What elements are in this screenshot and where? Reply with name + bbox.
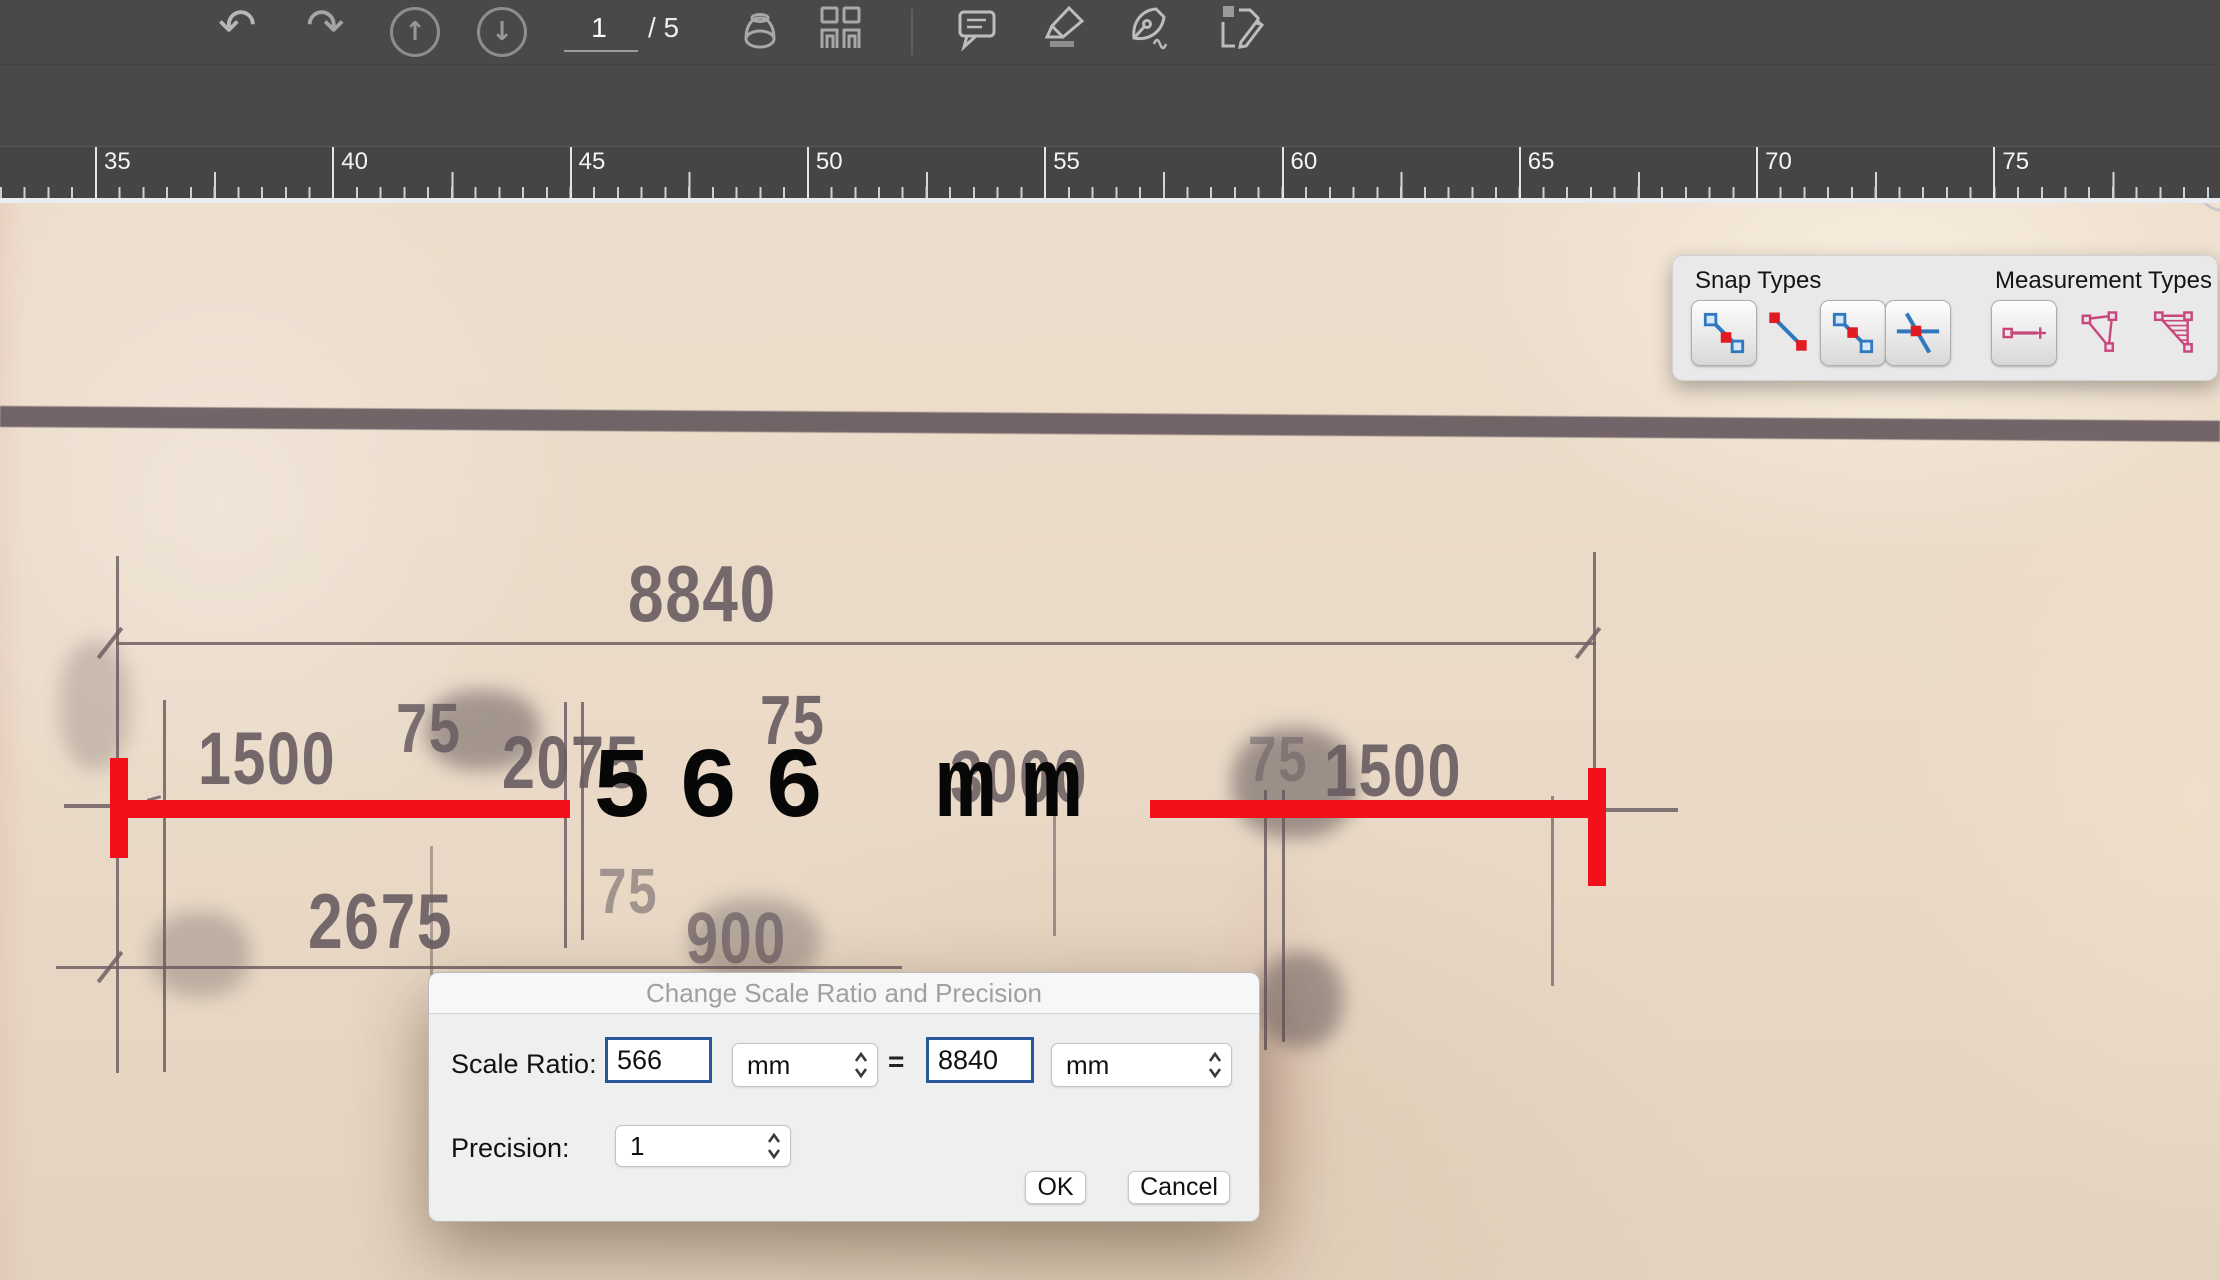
scan-smudge xyxy=(60,640,130,770)
dimension-label: 75 xyxy=(598,854,658,928)
dimension-label: 900 xyxy=(686,898,787,980)
ruler-label: 50 xyxy=(807,147,843,199)
redo-icon[interactable]: ↷ xyxy=(306,2,345,48)
scan-smudge xyxy=(1258,952,1343,1047)
drawing-line xyxy=(163,700,166,1072)
measurement-endpoint-right[interactable] xyxy=(1588,768,1606,886)
equals-sign: = xyxy=(888,1046,904,1078)
precision-value: 1 xyxy=(630,1131,644,1162)
stepper-icon xyxy=(1208,1051,1222,1079)
ruler-label: 45 xyxy=(570,147,606,199)
snap-intersection-button[interactable] xyxy=(1885,300,1951,366)
drawing-line-stub xyxy=(64,804,110,808)
highlighter-icon[interactable] xyxy=(1041,4,1087,50)
dimension-label: 75 xyxy=(396,688,462,768)
scale-value-2-input[interactable]: 8840 xyxy=(926,1037,1034,1083)
dialog-title: Change Scale Ratio and Precision xyxy=(429,973,1259,1013)
precision-label: Precision: xyxy=(451,1133,570,1164)
undo-icon[interactable]: ↶ xyxy=(218,2,257,48)
measurement-line-right[interactable] xyxy=(1150,800,1588,818)
toolbar-separator xyxy=(911,9,913,55)
dimension-label: 1500 xyxy=(198,716,336,801)
scale-ratio-label: Scale Ratio: xyxy=(451,1049,597,1080)
unit-2-value: mm xyxy=(1066,1050,1109,1081)
page-down-icon[interactable]: ↓ xyxy=(477,7,527,57)
ruler-label: 75 xyxy=(1993,147,2029,199)
ruler-label: 65 xyxy=(1519,147,1555,199)
unit-2-select[interactable]: mm xyxy=(1051,1043,1232,1087)
page-layout-icon[interactable] xyxy=(818,6,864,52)
precision-select[interactable]: 1 xyxy=(615,1125,791,1167)
cancel-button[interactable]: Cancel xyxy=(1128,1171,1230,1204)
drawing-line-stub xyxy=(1606,808,1678,812)
page-total-label: / 5 xyxy=(648,12,679,44)
drawing-line xyxy=(1551,796,1554,986)
dimension-label: 75 xyxy=(1248,722,1308,796)
ok-button[interactable]: OK xyxy=(1025,1171,1086,1204)
page-number-input[interactable]: 1 xyxy=(556,10,642,46)
stepper-icon xyxy=(854,1051,868,1079)
scale-value-1-input[interactable]: 566 xyxy=(605,1037,712,1083)
dimension-label: 8840 xyxy=(628,548,777,640)
stepper-icon xyxy=(767,1132,781,1160)
top-toolbar: ↶ ↷ ↑ ↓ 1 / 5 xyxy=(0,0,2220,64)
measure-area-button[interactable] xyxy=(2141,300,2205,364)
page-edit-icon[interactable] xyxy=(1217,4,1265,50)
ruler: 35 40 45 50 55 60 65 70 75 xyxy=(0,146,2220,199)
ruler-label: 60 xyxy=(1282,147,1318,199)
ruler-label: 70 xyxy=(1756,147,1792,199)
drawing-dimension-line xyxy=(116,642,1596,645)
loupe-icon[interactable] xyxy=(737,8,783,54)
measurement-value-label: 566 mm xyxy=(592,734,1108,847)
measure-options-panel: Snap Types Measurement Types xyxy=(1672,255,2218,381)
unit-1-value: mm xyxy=(747,1050,790,1081)
scale-ratio-dialog: Change Scale Ratio and Precision Scale R… xyxy=(428,972,1260,1222)
signature-pen-icon[interactable] xyxy=(1126,4,1174,50)
measurement-endpoint-left[interactable] xyxy=(110,758,128,858)
dimension-label: 2675 xyxy=(308,876,453,967)
measure-distance-button[interactable] xyxy=(1991,300,2057,366)
ruler-label: 40 xyxy=(332,147,368,199)
tools-toolbar: Measuring Tool i Object Data Tool Geospa… xyxy=(0,64,2220,147)
comment-icon[interactable] xyxy=(954,6,1000,52)
dialog-titlebar[interactable]: Change Scale Ratio and Precision xyxy=(429,973,1259,1014)
snap-types-title: Snap Types xyxy=(1695,267,1821,295)
snap-endpoint-button[interactable] xyxy=(1691,300,1757,366)
ruler-edge xyxy=(0,198,2220,203)
snap-midpoint-button[interactable] xyxy=(1820,300,1886,366)
snap-vertex-button[interactable] xyxy=(1756,300,1820,364)
ruler-label: 35 xyxy=(95,147,131,199)
unit-1-select[interactable]: mm xyxy=(732,1043,878,1087)
measurement-line-left[interactable] xyxy=(128,800,570,818)
measurement-types-title: Measurement Types xyxy=(1995,267,2212,295)
scan-smudge xyxy=(150,912,250,997)
measure-perimeter-button[interactable] xyxy=(2067,300,2131,364)
page-up-icon[interactable]: ↑ xyxy=(390,7,440,57)
ruler-label: 55 xyxy=(1044,147,1080,199)
page-input-underline xyxy=(564,50,638,52)
